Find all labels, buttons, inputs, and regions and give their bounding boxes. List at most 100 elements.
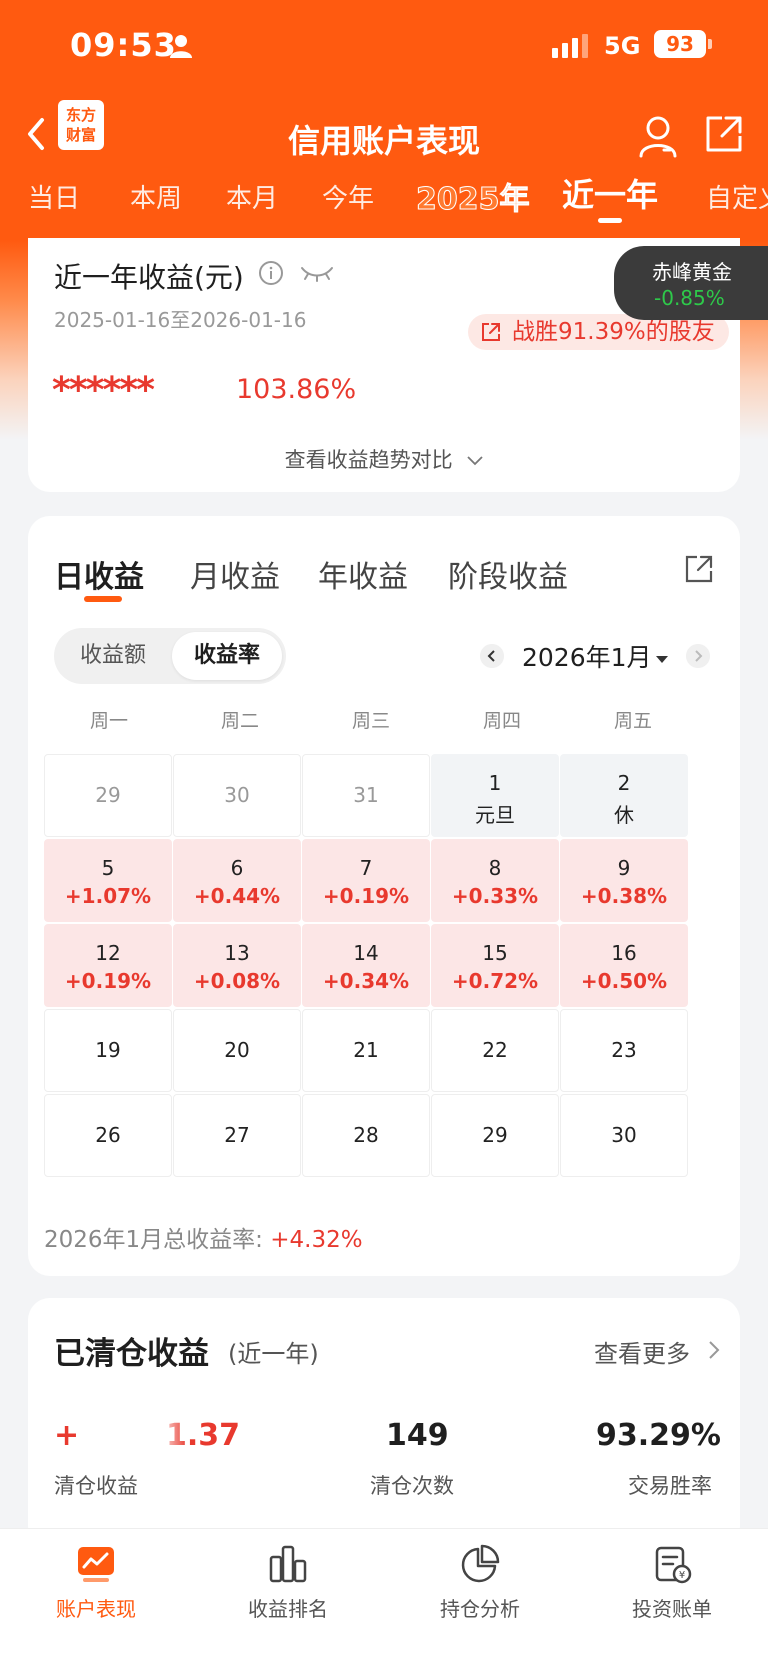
calendar-day-cell[interactable]: 20 xyxy=(173,1009,301,1092)
calendar-day-return: +1.07% xyxy=(64,884,152,908)
cleared-count-value: 149 xyxy=(386,1418,449,1453)
calendar-day-cell[interactable]: 19 xyxy=(44,1009,172,1092)
calendar-day-number: 1 xyxy=(488,771,502,795)
trend-compare-link[interactable]: 查看收益趋势对比 xyxy=(28,444,740,474)
calendar-day-cell[interactable]: 16 +0.50% xyxy=(560,924,688,1007)
calendar-day-cell[interactable]: 22 xyxy=(431,1009,559,1092)
calendar-day-cell[interactable]: 12 +0.19% xyxy=(44,924,172,1007)
status-time: 09:53 xyxy=(70,26,177,64)
calendar-day-return: +0.33% xyxy=(451,884,539,908)
chevron-right-icon[interactable] xyxy=(708,1340,720,1360)
win-rate-label: 交易胜率 xyxy=(628,1474,712,1498)
calendar-day-cell[interactable]: 15 +0.72% xyxy=(431,924,559,1007)
chevron-left-icon[interactable] xyxy=(480,644,504,668)
calendar-day-cell[interactable]: 21 xyxy=(302,1009,430,1092)
calendar-day-cell[interactable]: 30 xyxy=(560,1094,688,1177)
share-icon[interactable] xyxy=(704,114,744,154)
calendar-day-number: 20 xyxy=(224,1038,250,1062)
month-total: 2026年1月总收益率: +4.32% xyxy=(44,1220,363,1254)
view-more-link[interactable]: 查看更多 xyxy=(594,1334,690,1369)
calendar-day-cell[interactable]: 5 +1.07% xyxy=(44,839,172,922)
calendar-day-cell[interactable]: 31 xyxy=(302,754,430,837)
nav-label: 收益排名 xyxy=(248,1597,328,1621)
external-link-icon xyxy=(482,323,500,341)
chart-screen-icon xyxy=(78,1547,114,1582)
calendar-card: 日收益 月收益 年收益 阶段收益 收益额 收益率 2026年1月 周一 周二 周… xyxy=(28,516,740,1276)
summary-title: 近一年收益(元) xyxy=(54,261,244,294)
cleared-profit-label: 清仓收益 xyxy=(54,1474,138,1498)
info-icon[interactable] xyxy=(258,260,284,286)
calendar-day-cell[interactable]: 23 xyxy=(560,1009,688,1092)
share-icon[interactable] xyxy=(684,554,714,584)
cleared-subtitle: (近一年) xyxy=(228,1340,319,1368)
calendar-day-return: +0.19% xyxy=(64,969,152,993)
calendar-day-cell[interactable]: 8 +0.33% xyxy=(431,839,559,922)
calendar-day-cell[interactable]: 9 +0.38% xyxy=(560,839,688,922)
tab-custom[interactable]: 自定义 xyxy=(706,178,768,215)
status-bar: 09:53 5G 93 xyxy=(0,0,768,92)
nav-investment-bill[interactable]: ¥ 投资账单 xyxy=(576,1543,768,1622)
amount-rate-toggle: 收益额 收益率 xyxy=(54,628,286,684)
nav-account-performance[interactable]: 账户表现 xyxy=(0,1543,192,1622)
toggle-rate[interactable]: 收益率 xyxy=(172,632,282,680)
calendar-day-number: 12 xyxy=(95,941,121,965)
calendar-day-cell[interactable]: 28 xyxy=(302,1094,430,1177)
calendar-day-number: 31 xyxy=(353,783,379,807)
calendar-day-cell[interactable]: 13 +0.08% xyxy=(173,924,301,1007)
calendar-day-number: 15 xyxy=(482,941,508,965)
tab-month[interactable]: 本月 xyxy=(226,178,278,215)
tab-last-year[interactable]: 近一年 xyxy=(562,170,658,216)
calendar-day-number: 23 xyxy=(611,1038,637,1062)
nav-ranking[interactable]: 收益排名 xyxy=(192,1543,384,1622)
nav-label: 投资账单 xyxy=(632,1597,712,1621)
calendar-day-cell[interactable]: 7 +0.19% xyxy=(302,839,430,922)
weekday-wed: 周三 xyxy=(351,710,390,732)
month-label: 2026年1月 xyxy=(522,643,652,672)
tab-today[interactable]: 当日 xyxy=(28,178,80,215)
calendar-day-cell[interactable]: 29 xyxy=(44,754,172,837)
calendar-day-number: 6 xyxy=(230,856,244,880)
tab-daily-earnings[interactable]: 日收益 xyxy=(54,552,144,596)
calendar-day-return: +0.44% xyxy=(193,884,281,908)
bottom-nav: 账户表现 收益排名 持仓分析 ¥ 投资账单 xyxy=(0,1528,768,1662)
person-icon xyxy=(170,35,192,58)
calendar-day-note: 休 xyxy=(614,803,634,827)
bar-chart-icon xyxy=(269,1545,307,1583)
beat-text: 战胜91.39%的股友 xyxy=(512,319,715,345)
tab-stage-earnings[interactable]: 阶段收益 xyxy=(448,552,568,596)
stock-float-badge[interactable]: 赤峰黄金 -0.85% xyxy=(614,246,768,320)
calendar-day-cell[interactable]: 29 xyxy=(431,1094,559,1177)
nav-holdings-analysis[interactable]: 持仓分析 xyxy=(384,1543,576,1622)
tab-monthly-earnings[interactable]: 月收益 xyxy=(190,552,280,596)
calendar-day-number: 2 xyxy=(617,771,631,795)
weekday-thu: 周四 xyxy=(482,710,521,732)
calendar-day-cell[interactable]: 14 +0.34% xyxy=(302,924,430,1007)
calendar-day-number: 8 xyxy=(488,856,502,880)
battery-indicator: 93 xyxy=(654,30,706,58)
eye-closed-icon[interactable] xyxy=(300,264,334,282)
calendar-day-number: 30 xyxy=(224,783,250,807)
tab-2025[interactable]: 2025年 xyxy=(416,174,530,218)
signal-icon xyxy=(552,34,588,58)
tab-yearly-earnings[interactable]: 年收益 xyxy=(318,552,408,596)
toggle-amount[interactable]: 收益额 xyxy=(58,632,168,680)
calendar-day-cell[interactable]: 27 xyxy=(173,1094,301,1177)
calendar-day-cell[interactable]: 26 xyxy=(44,1094,172,1177)
calendar-day-cell[interactable]: 1 元旦 xyxy=(431,754,559,837)
tab-week[interactable]: 本周 xyxy=(130,178,182,215)
cleared-title: 已清仓收益 xyxy=(54,1336,209,1372)
weekday-mon: 周一 xyxy=(89,710,128,732)
nav-label: 持仓分析 xyxy=(440,1597,520,1621)
date-range: 2025-01-16至2026-01-16 xyxy=(54,308,307,332)
calendar-day-number: 13 xyxy=(224,941,250,965)
chevron-right-icon[interactable] xyxy=(686,644,710,668)
tab-this-year[interactable]: 今年 xyxy=(322,178,374,215)
nav-bar: 东方 财富 信用账户表现 xyxy=(0,92,768,182)
month-selector[interactable]: 2026年1月 xyxy=(522,638,668,674)
calendar-day-cell[interactable]: 30 xyxy=(173,754,301,837)
svg-text:¥: ¥ xyxy=(679,1570,685,1581)
calendar-day-number: 29 xyxy=(95,783,121,807)
calendar-day-cell[interactable]: 2休 xyxy=(560,754,688,837)
calendar-day-cell[interactable]: 6 +0.44% xyxy=(173,839,301,922)
user-icon[interactable] xyxy=(638,114,680,158)
